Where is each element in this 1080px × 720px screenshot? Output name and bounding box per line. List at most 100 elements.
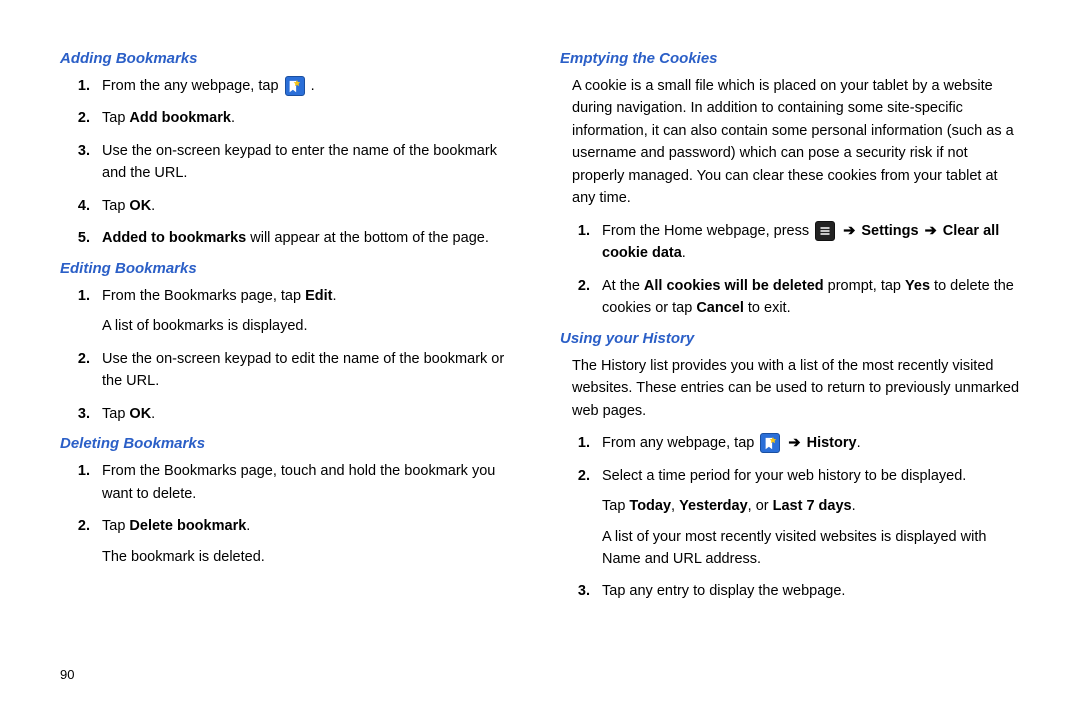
bold: All cookies will be deleted [644,278,824,294]
bookmark-icon [760,433,780,453]
list-item: 3. Tap any entry to display the webpage. [560,580,1020,602]
list-item: 3. Use the on-screen keypad to enter the… [60,140,520,185]
bold: Edit [305,288,332,304]
text: Tap [102,198,129,214]
text: Tap [102,406,129,422]
step-number: 2. [560,275,602,320]
heading-emptying-cookies: Emptying the Cookies [560,50,1020,67]
text: Select a time period for your web histor… [602,468,966,484]
step-number: 2. [60,348,102,393]
text: prompt, tap [824,278,905,294]
text: . [332,288,336,304]
step-body: Tap Add bookmark. [102,107,520,129]
text: From the any webpage, tap [102,78,283,94]
text: From the Home webpage, press [602,223,813,239]
bold: Yesterday [679,498,748,514]
bold: Last 7 days [773,498,852,514]
step-body: From the Bookmarks page, tap Edit. A lis… [102,285,520,338]
step-number: 4. [60,195,102,217]
step-number: 2. [60,515,102,568]
step-body: Tap OK. [102,195,520,217]
intro-paragraph: A cookie is a small file which is placed… [572,75,1020,210]
bold: Delete bookmark [129,518,246,534]
text: . [682,245,686,261]
arrow-icon: ➔ [843,223,859,239]
list-item: 2. Select a time period for your web his… [560,465,1020,571]
page-number: 90 [60,667,74,682]
bold: Settings [861,223,918,239]
step-body: At the All cookies will be deleted promp… [602,275,1020,320]
text: . [151,406,155,422]
list-item: 2. At the All cookies will be deleted pr… [560,275,1020,320]
text: From any webpage, tap [602,435,758,451]
text: The bookmark is deleted. [102,546,520,568]
step-number: 1. [60,460,102,505]
bold: Today [629,498,671,514]
step-number: 3. [60,403,102,425]
step-body: From any webpage, tap ➔ History. [602,432,1020,454]
list-item: 3. Tap OK. [60,403,520,425]
text: to exit. [744,300,791,316]
step-number: 3. [560,580,602,602]
intro-paragraph: The History list provides you with a lis… [572,355,1020,422]
text: . [151,198,155,214]
text: A list of bookmarks is displayed. [102,315,520,337]
list-item: 1. From the Bookmarks page, touch and ho… [60,460,520,505]
bold: Yes [905,278,930,294]
text: , [671,498,679,514]
list-item: 2. Tap Delete bookmark. The bookmark is … [60,515,520,568]
heading-adding-bookmarks: Adding Bookmarks [60,50,520,67]
list-item: 1. From the Home webpage, press ➔ Settin… [560,220,1020,265]
text: . [852,498,856,514]
text: , or [748,498,773,514]
step-body: From the Home webpage, press ➔ Settings … [602,220,1020,265]
step-body: Tap any entry to display the webpage. [602,580,1020,602]
heading-deleting-bookmarks: Deleting Bookmarks [60,435,520,452]
bold: OK [129,198,151,214]
text: will appear at the bottom of the page. [246,230,489,246]
step-number: 5. [60,227,102,249]
menu-icon [815,221,835,241]
bold: Cancel [696,300,744,316]
steps-using-history: 1. From any webpage, tap ➔ History. 2. S… [560,432,1020,603]
text: . [857,435,861,451]
text: From the Bookmarks page, tap [102,288,305,304]
step-body: Added to bookmarks will appear at the bo… [102,227,520,249]
list-item: 1. From any webpage, tap ➔ History. [560,432,1020,454]
bold: Add bookmark [129,110,231,126]
list-item: 4. Tap OK. [60,195,520,217]
step-number: 3. [60,140,102,185]
step-body: Tap OK. [102,403,520,425]
list-item: 1. From the any webpage, tap . [60,75,520,97]
bookmark-icon [285,76,305,96]
steps-editing-bookmarks: 1. From the Bookmarks page, tap Edit. A … [60,285,520,425]
text: Tap Today, Yesterday, or Last 7 days. [602,495,1020,517]
step-number: 1. [560,432,602,454]
steps-emptying-cookies: 1. From the Home webpage, press ➔ Settin… [560,220,1020,320]
list-item: 5. Added to bookmarks will appear at the… [60,227,520,249]
left-column: Adding Bookmarks 1. From the any webpage… [60,40,520,690]
steps-deleting-bookmarks: 1. From the Bookmarks page, touch and ho… [60,460,520,568]
bold: OK [129,406,151,422]
step-number: 1. [60,75,102,97]
list-item: 1. From the Bookmarks page, tap Edit. A … [60,285,520,338]
step-number: 2. [560,465,602,571]
text: . [311,78,315,94]
text: . [246,518,250,534]
step-body: Tap Delete bookmark. The bookmark is del… [102,515,520,568]
step-body: Use the on-screen keypad to enter the na… [102,140,520,185]
text: A list of your most recently visited web… [602,526,1020,571]
text: Tap [102,110,129,126]
bold: Added to bookmarks [102,230,246,246]
heading-editing-bookmarks: Editing Bookmarks [60,260,520,277]
list-item: 2. Use the on-screen keypad to edit the … [60,348,520,393]
text: Tap [102,518,129,534]
arrow-icon: ➔ [788,435,804,451]
step-body: Select a time period for your web histor… [602,465,1020,571]
step-body: Use the on-screen keypad to edit the nam… [102,348,520,393]
text: At the [602,278,644,294]
step-number: 1. [560,220,602,265]
list-item: 2. Tap Add bookmark. [60,107,520,129]
arrow-icon: ➔ [921,223,941,239]
step-body: From the Bookmarks page, touch and hold … [102,460,520,505]
